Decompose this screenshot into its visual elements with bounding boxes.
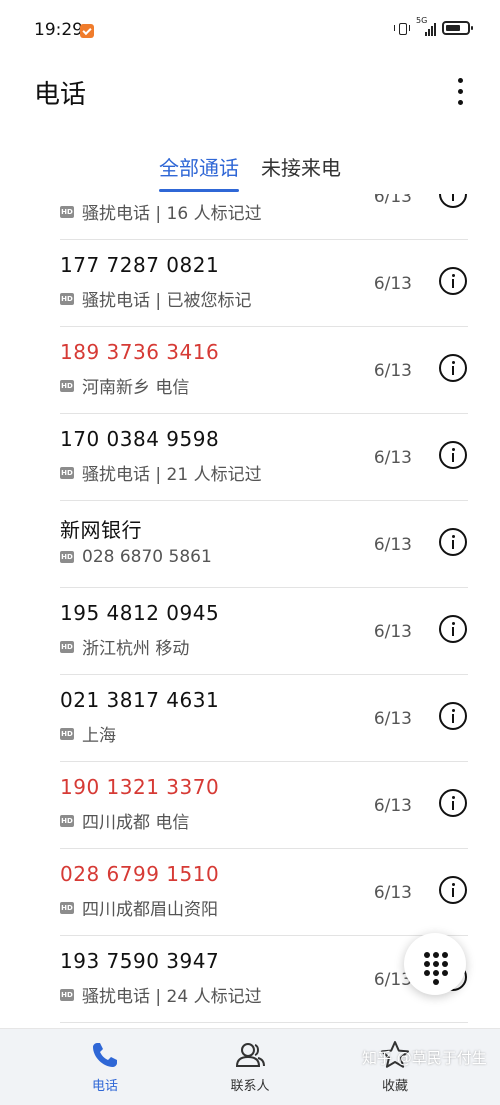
call-info-icon[interactable] bbox=[439, 441, 467, 469]
call-name: 190 1321 3370 bbox=[60, 775, 220, 799]
call-detail-text: 四川成都 电信 bbox=[82, 813, 190, 833]
row-divider bbox=[60, 1022, 468, 1023]
call-name: 170 0384 9598 bbox=[60, 427, 220, 451]
call-date: 6/13 bbox=[373, 194, 412, 207]
call-name: 189 3736 3416 bbox=[60, 340, 220, 364]
call-detail-text: 浙江杭州 移动 bbox=[82, 639, 190, 659]
tab-all-calls[interactable]: 全部通话 bbox=[159, 152, 239, 192]
call-name: 028 6799 1510 bbox=[60, 862, 220, 886]
hd-call-icon: HD bbox=[60, 814, 74, 827]
hd-call-icon: HD bbox=[60, 466, 74, 479]
call-log-row[interactable]: 189 3736 3416 HD 河南新乡 电信 6/13 bbox=[0, 327, 500, 414]
watermark: 知乎 @草民于付生 bbox=[362, 1049, 487, 1067]
call-name: 177 7287 0821 bbox=[60, 253, 220, 277]
hd-call-icon: HD bbox=[60, 379, 74, 392]
call-info-icon[interactable] bbox=[439, 702, 467, 730]
more-options-button[interactable] bbox=[448, 74, 472, 108]
call-log-row[interactable]: 195 4812 0945 HD 浙江杭州 移动 6/13 bbox=[0, 588, 500, 675]
call-name: 193 7590 3947 bbox=[60, 949, 220, 973]
tab-missed-calls[interactable]: 未接来电 bbox=[261, 152, 341, 192]
battery-icon bbox=[442, 21, 473, 35]
call-detail-text: 028 6870 5861 bbox=[82, 547, 212, 567]
call-info-icon[interactable] bbox=[439, 528, 467, 556]
call-detail: HD 骚扰电话 | 16 人标记过 bbox=[60, 199, 262, 224]
call-detail: HD 四川成都 电信 bbox=[60, 808, 189, 833]
call-log-row[interactable]: 177 7287 0821 HD 骚扰电话 | 已被您标记 6/13 bbox=[0, 240, 500, 327]
nav-contacts[interactable]: 联系人 bbox=[210, 1039, 290, 1094]
call-date: 6/13 bbox=[373, 622, 412, 642]
call-detail-text: 骚扰电话 | 16 人标记过 bbox=[82, 204, 262, 224]
call-detail: HD 骚扰电话 | 24 人标记过 bbox=[60, 982, 262, 1007]
call-name: 新网银行 bbox=[60, 518, 142, 542]
call-info-icon[interactable] bbox=[439, 876, 467, 904]
vibrate-icon bbox=[394, 20, 410, 36]
call-name: 195 4812 0945 bbox=[60, 601, 220, 625]
nav-contacts-label: 联系人 bbox=[230, 1079, 270, 1094]
call-date: 6/13 bbox=[373, 709, 412, 729]
call-detail: HD 028 6870 5861 bbox=[60, 547, 212, 567]
hd-call-icon: HD bbox=[60, 988, 74, 1001]
hd-call-icon: HD bbox=[60, 551, 74, 563]
call-log-row[interactable]: HD 骚扰电话 | 16 人标记过 6/13 bbox=[0, 194, 500, 240]
call-detail: HD 骚扰电话 | 已被您标记 bbox=[60, 286, 252, 311]
call-log-row[interactable]: 021 3817 4631 HD 上海 6/13 bbox=[0, 675, 500, 762]
call-tabs: 全部通话 未接来电 bbox=[0, 152, 500, 192]
hd-call-icon: HD bbox=[60, 205, 74, 218]
signal-icon: 5G bbox=[416, 16, 436, 36]
call-name: 021 3817 4631 bbox=[60, 688, 220, 712]
call-detail: HD 河南新乡 电信 bbox=[60, 373, 189, 398]
call-log-row[interactable]: 190 1321 3370 HD 四川成都 电信 6/13 bbox=[0, 762, 500, 849]
call-detail: HD 浙江杭州 移动 bbox=[60, 634, 189, 659]
call-info-icon[interactable] bbox=[439, 194, 467, 208]
call-info-icon[interactable] bbox=[439, 615, 467, 643]
call-log-row[interactable]: 新网银行 HD 028 6870 5861 6/13 bbox=[0, 501, 500, 588]
hd-call-icon: HD bbox=[60, 727, 74, 740]
call-detail-text: 骚扰电话 | 21 人标记过 bbox=[82, 465, 262, 485]
page-title: 电话 bbox=[34, 80, 87, 110]
phone-app-screen: 19:29 5G 电话 全部通话 未接来电 HD 骚扰电话 | 16 人标记过 6/… bbox=[0, 0, 500, 1105]
nav-favorites-label: 收藏 bbox=[381, 1079, 408, 1094]
call-detail-text: 骚扰电话 | 24 人标记过 bbox=[82, 987, 262, 1007]
dialpad-button[interactable] bbox=[404, 933, 466, 995]
call-info-icon[interactable] bbox=[439, 267, 467, 295]
status-bar: 19:29 5G bbox=[0, 0, 500, 60]
status-indicators: 5G bbox=[394, 16, 473, 36]
call-date: 6/13 bbox=[373, 796, 412, 816]
call-log-list[interactable]: HD 骚扰电话 | 16 人标记过 6/13 177 7287 0821 HD 骚扰电话 … bbox=[0, 194, 500, 1028]
contacts-icon bbox=[235, 1043, 265, 1067]
dialpad-icon bbox=[424, 952, 448, 985]
call-detail: HD 四川成都眉山资阳 bbox=[60, 895, 218, 920]
call-date: 6/13 bbox=[373, 274, 412, 294]
call-date: 6/13 bbox=[373, 448, 412, 468]
notification-app-icon bbox=[80, 24, 94, 38]
call-info-icon[interactable] bbox=[439, 789, 467, 817]
call-log-row[interactable]: 170 0384 9598 HD 骚扰电话 | 21 人标记过 6/13 bbox=[0, 414, 500, 501]
hd-call-icon: HD bbox=[60, 292, 74, 305]
call-detail: HD 上海 bbox=[60, 721, 116, 746]
call-info-icon[interactable] bbox=[439, 354, 467, 382]
call-log-row[interactable]: 028 6799 1510 HD 四川成都眉山资阳 6/13 bbox=[0, 849, 500, 936]
phone-icon bbox=[93, 1043, 117, 1067]
call-date: 6/13 bbox=[373, 361, 412, 381]
call-detail: HD 骚扰电话 | 21 人标记过 bbox=[60, 460, 262, 485]
call-detail-text: 骚扰电话 | 已被您标记 bbox=[82, 291, 252, 311]
call-date: 6/13 bbox=[373, 535, 412, 555]
nav-phone-label: 电话 bbox=[91, 1079, 118, 1094]
call-detail-text: 河南新乡 电信 bbox=[82, 378, 190, 398]
nav-phone[interactable]: 电话 bbox=[65, 1039, 145, 1094]
hd-call-icon: HD bbox=[60, 640, 74, 653]
call-detail-text: 上海 bbox=[82, 726, 116, 746]
call-detail-text: 四川成都眉山资阳 bbox=[82, 900, 218, 920]
status-time: 19:29 bbox=[34, 20, 83, 40]
hd-call-icon: HD bbox=[60, 901, 74, 914]
call-date: 6/13 bbox=[373, 883, 412, 903]
